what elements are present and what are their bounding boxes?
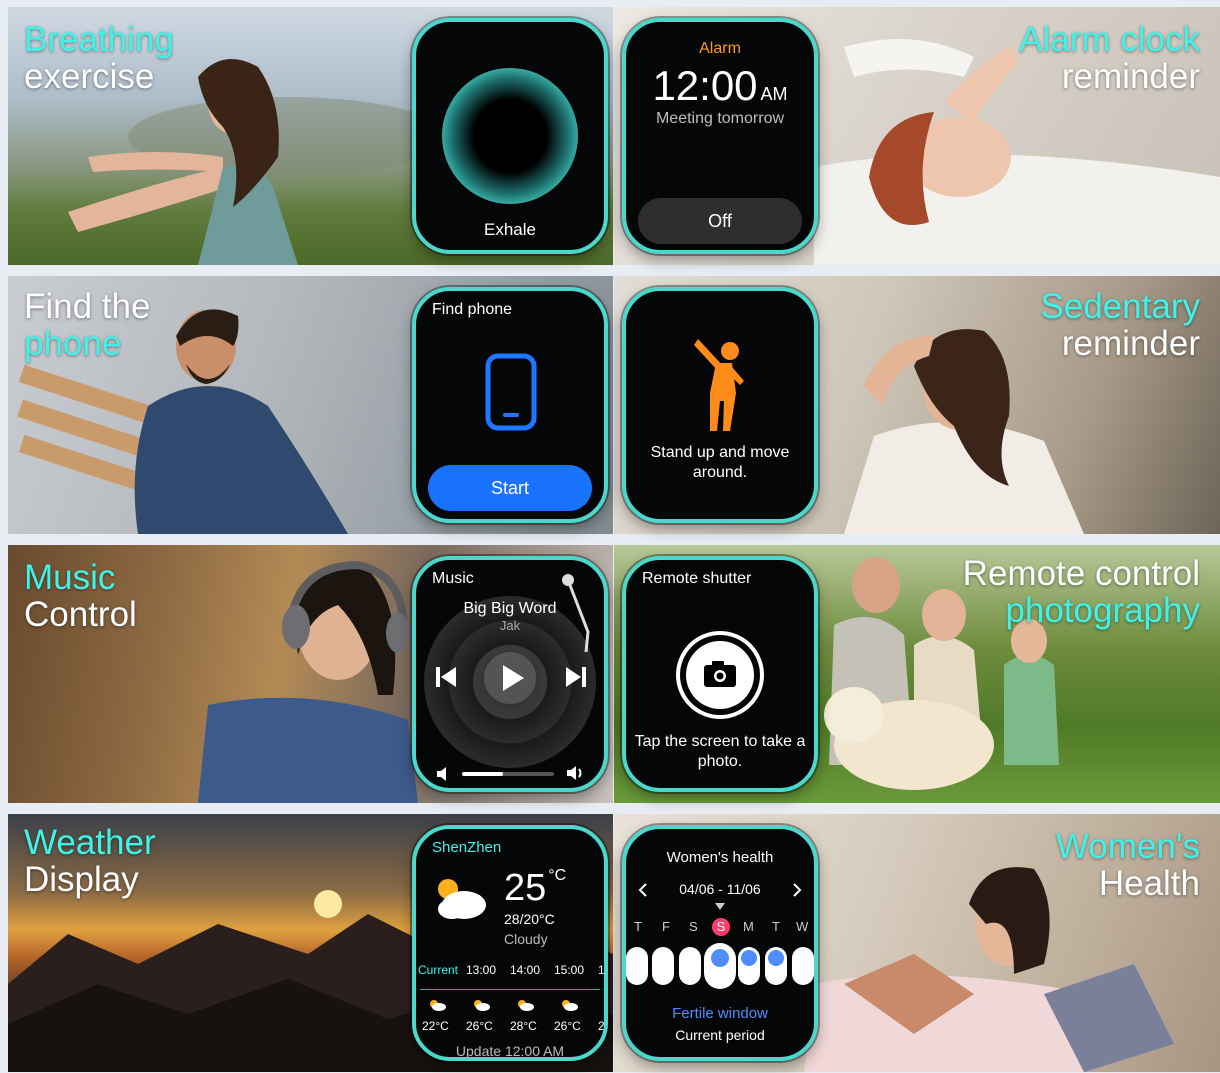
fertile-dot — [711, 949, 729, 967]
breathing-label: Exhale — [484, 220, 536, 239]
music-title: Music Control — [24, 558, 137, 634]
hour-13: 13:00 — [466, 963, 497, 977]
weekday-label: T — [634, 919, 642, 934]
find-phone-header: Find phone — [432, 301, 513, 318]
womens-date-range: 04/06 - 11/06 — [679, 881, 761, 897]
hour-16: 16 — [598, 963, 605, 977]
temp-current: 22°C — [422, 1019, 449, 1033]
remote-title: Remote control photography — [962, 554, 1200, 630]
breathing-ring — [442, 68, 578, 204]
womens-header: Women's health — [666, 849, 774, 866]
chevron-right-icon[interactable] — [792, 883, 802, 897]
cycle-day-pill[interactable] — [792, 947, 814, 985]
womens-title: Women's Health — [1055, 827, 1200, 903]
next-track-icon[interactable] — [566, 666, 586, 688]
weekday-today: S — [712, 918, 730, 936]
alarm-title: Alarm clock reminder — [1019, 20, 1200, 96]
volume-low-icon[interactable] — [436, 766, 452, 782]
cycle-day-pill[interactable] — [652, 947, 674, 985]
weather-temp: 25 °C — [504, 867, 567, 909]
cycle-day-pill[interactable] — [679, 947, 701, 985]
remote-message: Tap the screen to take a photo. — [634, 733, 806, 770]
weekday-label: M — [743, 919, 754, 934]
fertile-window-label: Fertile window — [672, 1005, 768, 1022]
alarm-note: Meeting tomorrow — [655, 110, 785, 127]
hour-current: Current — [418, 963, 459, 977]
cycle-day-pill-fertile-selected[interactable] — [706, 945, 734, 987]
sedentary-title: Sedentary reminder — [1040, 287, 1200, 363]
hourly-divider — [420, 989, 600, 990]
cloudy-icon — [472, 999, 490, 1011]
alarm-watch: Alarm 12:00 AM Meeting tomorrow Off — [622, 18, 818, 254]
cycle-day-pill-fertile[interactable] — [765, 947, 787, 985]
cycle-day-pill[interactable] — [626, 947, 648, 985]
weekday-label: F — [662, 919, 670, 934]
hour-15: 15:00 — [554, 963, 585, 977]
weather-condition: Cloudy — [504, 931, 548, 947]
remote-watch: Remote shutter Tap the screen to take a … — [622, 556, 818, 792]
weather-city: ShenZhen — [432, 839, 502, 856]
remote-header: Remote shutter — [642, 570, 752, 587]
cloudy-icon — [516, 999, 534, 1011]
temp-16: 2 — [598, 1019, 605, 1033]
weekday-label: W — [796, 919, 809, 934]
sedentary-watch: Stand up and move around. — [622, 287, 818, 523]
today-marker-icon — [715, 903, 725, 910]
volume-track[interactable] — [462, 772, 554, 776]
weather-update: Update 12:00 AM — [455, 1043, 565, 1059]
hour-14: 14:00 — [510, 963, 541, 977]
cycle-pill-row — [626, 945, 814, 989]
previous-track-icon[interactable] — [436, 666, 456, 688]
camera-shutter-icon[interactable] — [675, 630, 765, 720]
weather-range: 28/20°C — [504, 911, 555, 927]
hourly-temps: 22°C 26°C 28°C 26°C 2 — [416, 1019, 604, 1035]
find-phone-start-button[interactable]: Start — [428, 465, 592, 511]
temp-14: 28°C — [510, 1019, 537, 1033]
weekday-label: S — [689, 919, 698, 934]
music-header: Music — [432, 570, 474, 587]
breathing-watch: Exhale — [412, 18, 608, 254]
music-watch: Music Big Big Word Jak — [412, 556, 608, 792]
phone-icon — [485, 353, 537, 431]
volume-level-fill — [462, 772, 504, 776]
fertile-dot — [768, 950, 784, 966]
fertile-dot — [741, 950, 757, 966]
find-phone-watch: Find phone Start — [412, 287, 608, 523]
cloudy-icon — [560, 999, 578, 1011]
weather-title: Weather Display — [24, 823, 156, 899]
tonearm-icon — [556, 572, 596, 662]
cycle-day-pill-fertile[interactable] — [738, 947, 760, 985]
temp-13: 26°C — [466, 1019, 493, 1033]
hourly-labels: Current 13:00 14:00 15:00 16 — [416, 963, 604, 979]
temp-15: 26°C — [554, 1019, 581, 1033]
weekday-row: T F S S M T W — [626, 918, 814, 939]
weekday-label: T — [772, 919, 780, 934]
hourly-icons — [416, 999, 604, 1013]
volume-high-icon[interactable] — [566, 764, 586, 782]
current-period-label: Current period — [675, 1027, 765, 1043]
sedentary-message: Stand up and move around. — [650, 444, 790, 481]
alarm-off-button[interactable]: Off — [638, 198, 802, 244]
play-icon[interactable] — [484, 652, 536, 704]
alarm-label: Alarm — [699, 40, 741, 57]
find-phone-title: Find the phone — [24, 287, 151, 363]
alarm-time: 12:00 AM — [652, 62, 788, 109]
weather-watch: ShenZhen 25 °C 28/20°C Cloudy Current 13:… — [412, 825, 608, 1061]
stretching-figure-icon — [690, 333, 750, 433]
breathing-title: Breathing exercise — [24, 20, 174, 96]
partly-cloudy-icon — [430, 873, 490, 923]
womens-watch: Women's health 04/06 - 11/06 T F S S M T… — [622, 825, 818, 1061]
cloudy-icon — [428, 999, 446, 1011]
